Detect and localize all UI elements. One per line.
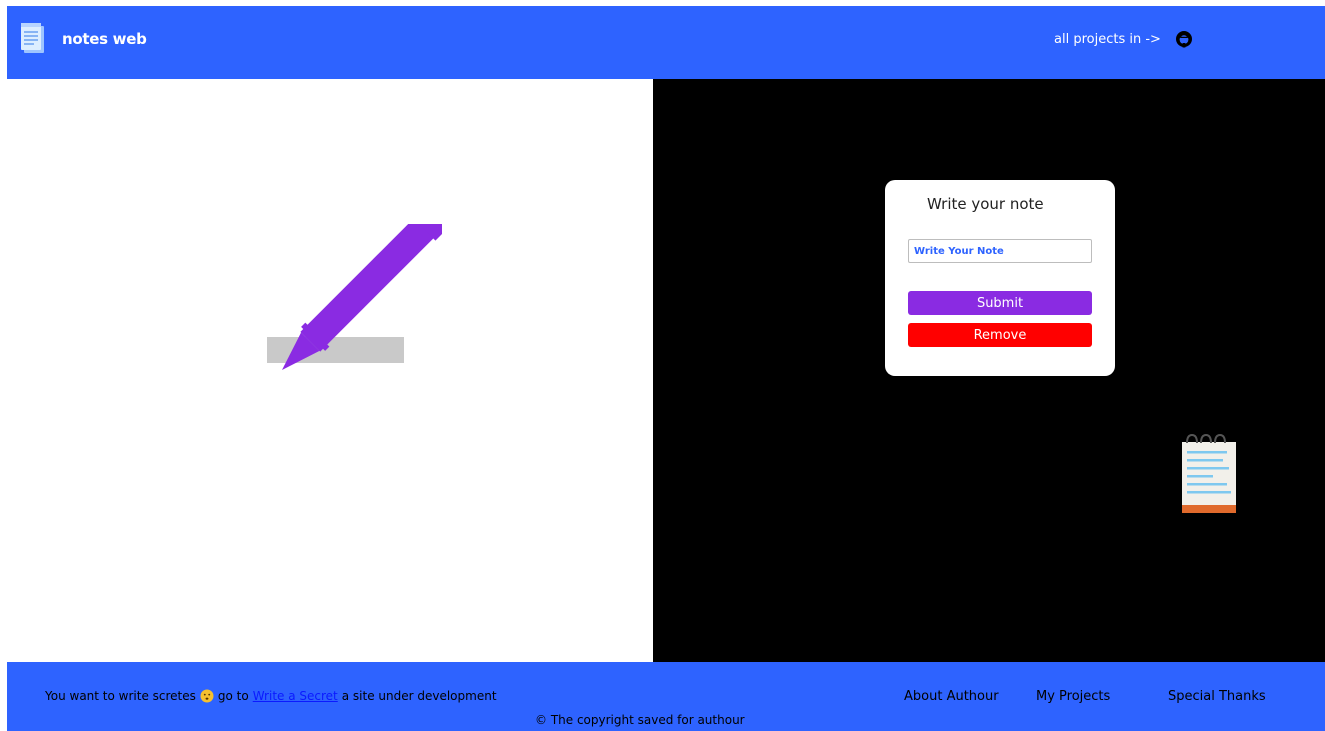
footer-msg-suffix: a site under development xyxy=(341,689,497,703)
app-title: notes web xyxy=(62,29,147,48)
footer-message: You want to write scretes go to Write a … xyxy=(45,689,497,703)
write-a-secret-link[interactable]: Write a Secret xyxy=(253,689,338,703)
copyright-text: © The copyright saved for authour xyxy=(535,713,745,727)
note-input[interactable] xyxy=(908,239,1092,263)
about-author-link[interactable]: About Authour xyxy=(904,689,999,704)
brand[interactable]: notes web xyxy=(20,22,147,55)
left-illustration-panel xyxy=(7,79,653,662)
all-projects-text: all projects in -> xyxy=(1054,31,1161,47)
smirk-emoji-icon xyxy=(200,689,214,703)
top-nav-bar: notes web all projects in -> xyxy=(7,6,1325,79)
pencil-writing-illustration xyxy=(262,203,449,384)
remove-button[interactable]: Remove xyxy=(908,323,1092,347)
special-thanks-link[interactable]: Special Thanks xyxy=(1168,689,1266,704)
all-projects-link[interactable]: all projects in -> xyxy=(1054,30,1193,48)
my-projects-link[interactable]: My Projects xyxy=(1036,689,1110,704)
notepad-illustration xyxy=(1181,432,1237,514)
footer-msg-prefix: You want to write scretes xyxy=(45,689,196,703)
note-form-card: Write your note Submit Remove xyxy=(885,180,1115,376)
footer: You want to write scretes go to Write a … xyxy=(7,662,1325,731)
card-title: Write your note xyxy=(927,195,1044,213)
submit-button[interactable]: Submit xyxy=(908,291,1092,315)
right-form-panel: Write your note Submit Remove xyxy=(653,79,1325,662)
github-icon[interactable] xyxy=(1175,30,1193,48)
footer-msg-goto: go to xyxy=(217,689,249,703)
notepad-icon xyxy=(20,22,46,55)
